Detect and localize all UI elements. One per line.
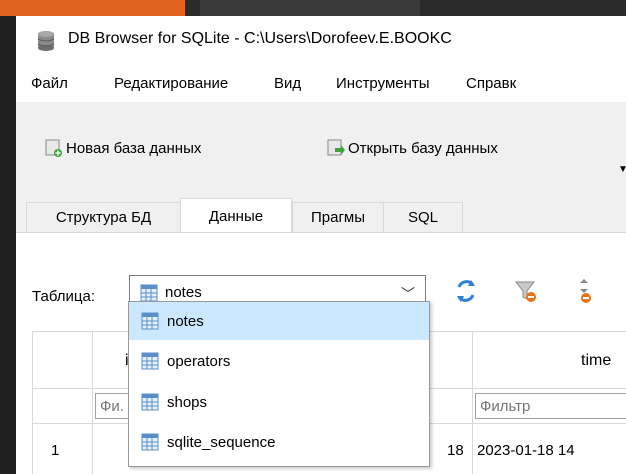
refresh-icon[interactable] xyxy=(454,277,478,305)
open-database-label: Открыть базу данных xyxy=(348,139,498,157)
new-database-icon xyxy=(45,139,62,157)
new-database-button[interactable]: Новая база данных xyxy=(44,134,201,162)
table-label: Таблица: xyxy=(32,288,95,305)
menu-edit[interactable]: Редактирование xyxy=(114,75,228,92)
dropdown-item-label: sqlite_sequence xyxy=(167,433,276,451)
toolbar: Новая база данных Открыть базу данных ▼ xyxy=(16,102,626,192)
table-cell-time-value: 2023-01-18 14 xyxy=(477,442,575,459)
row-number-header xyxy=(33,332,93,389)
database-icon xyxy=(37,31,55,51)
menu-view[interactable]: Вид xyxy=(274,75,301,92)
tab-data[interactable]: Данные xyxy=(180,198,292,233)
table-icon xyxy=(141,312,159,330)
title-bar: DB Browser for SQLite - C:\Users\Dorofee… xyxy=(16,16,626,66)
table-icon xyxy=(141,433,159,451)
filter-row-spacer xyxy=(33,389,93,424)
menu-tools[interactable]: Инструменты xyxy=(336,75,430,92)
new-database-label: Новая база данных xyxy=(66,139,202,157)
column-header-time-label: time xyxy=(581,352,612,369)
filter-cell-time xyxy=(473,389,626,424)
table-icon xyxy=(141,352,159,370)
taskbar-segment-orange xyxy=(0,0,185,16)
dropdown-item-label: notes xyxy=(167,312,204,330)
tab-sql[interactable]: SQL xyxy=(383,202,463,232)
row-number: 1 xyxy=(51,442,60,459)
table-cell-time[interactable]: 2023-01-18 14 xyxy=(473,424,626,474)
dropdown-item-sqlite-sequence[interactable]: sqlite_sequence xyxy=(129,423,429,461)
table-icon xyxy=(141,393,159,411)
dropdown-item-notes[interactable]: notes xyxy=(129,302,429,340)
background-taskbar-strip xyxy=(0,0,626,16)
clear-filters-icon[interactable] xyxy=(514,277,538,305)
table-select-value: notes xyxy=(165,284,202,301)
dropdown-item-label: shops xyxy=(167,393,208,411)
filter-input-time[interactable] xyxy=(475,393,626,419)
menu-file[interactable]: Файл xyxy=(31,75,68,92)
tab-structure[interactable]: Структура БД xyxy=(26,202,181,232)
dropdown-item-operators[interactable]: operators xyxy=(129,342,429,380)
tab-pragmas[interactable]: Прагмы xyxy=(292,202,384,232)
table-cell-partial: 18 xyxy=(447,442,464,459)
clear-sort-icon[interactable] xyxy=(572,277,596,305)
dropdown-item-label: operators xyxy=(167,352,231,370)
toolbar-dropdown-arrow-icon[interactable]: ▼ xyxy=(618,164,626,175)
column-header-time[interactable]: time xyxy=(473,332,626,389)
open-database-icon xyxy=(327,139,345,156)
tab-bar: Структура БД Данные Прагмы SQL xyxy=(16,198,626,233)
menu-bar: Файл Редактирование Вид Инструменты Спра… xyxy=(16,66,626,102)
table-icon xyxy=(140,284,158,302)
open-database-button[interactable]: Открыть базу данных xyxy=(326,134,498,162)
taskbar-segment xyxy=(200,0,420,16)
window-title: DB Browser for SQLite - C:\Users\Dorofee… xyxy=(68,30,452,47)
row-number-cell[interactable]: 1 xyxy=(33,424,93,474)
menu-help[interactable]: Справк xyxy=(466,75,516,92)
table-dropdown-list: notes operators shops sqlite_sequence xyxy=(128,301,430,467)
dropdown-item-shops[interactable]: shops xyxy=(129,383,429,421)
